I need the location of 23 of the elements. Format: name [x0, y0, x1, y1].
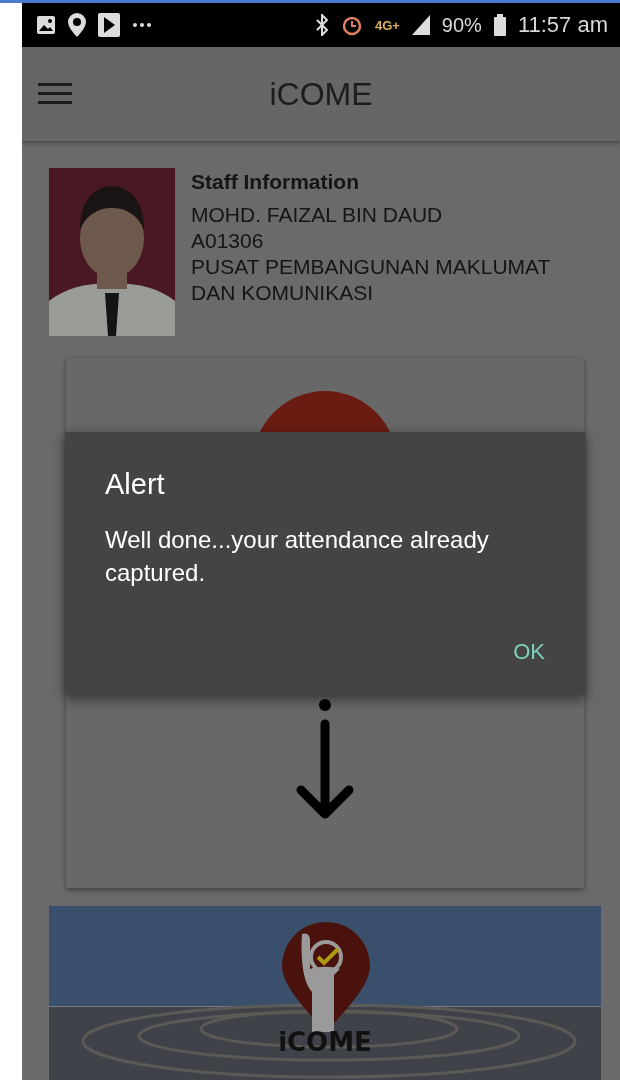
alarm-clock-icon — [340, 14, 363, 36]
app-title: iCOME — [269, 75, 373, 112]
battery-icon — [493, 14, 506, 36]
banner-label: iCOME — [278, 1027, 372, 1057]
location-pin-icon — [68, 13, 86, 37]
staff-department: PUSAT PEMBANGUNAN MAKLUMAT DAN KOMUNIKASI — [191, 254, 551, 306]
signal-icon — [411, 15, 430, 35]
more-icon — [132, 22, 152, 28]
clock-time: 11:57 am — [517, 12, 608, 38]
menu-button[interactable] — [38, 82, 72, 106]
down-arrow-icon — [295, 698, 355, 820]
staff-id: A01306 — [191, 228, 265, 254]
ok-button[interactable]: OK — [497, 631, 561, 673]
staff-heading: Staff Information — [191, 170, 360, 194]
image-icon — [36, 15, 56, 35]
logo-pin-icon — [282, 922, 370, 1032]
network-type: 4G+ — [374, 17, 400, 33]
staff-name: MOHD. FAIZAL BIN DAUD — [191, 202, 444, 228]
play-icon — [98, 13, 120, 37]
dialog-message: Well done...your attendance already captured. — [105, 525, 490, 588]
bluetooth-icon — [314, 14, 329, 36]
dialog-title: Alert — [105, 468, 166, 501]
battery-percentage: 90% — [441, 13, 482, 37]
